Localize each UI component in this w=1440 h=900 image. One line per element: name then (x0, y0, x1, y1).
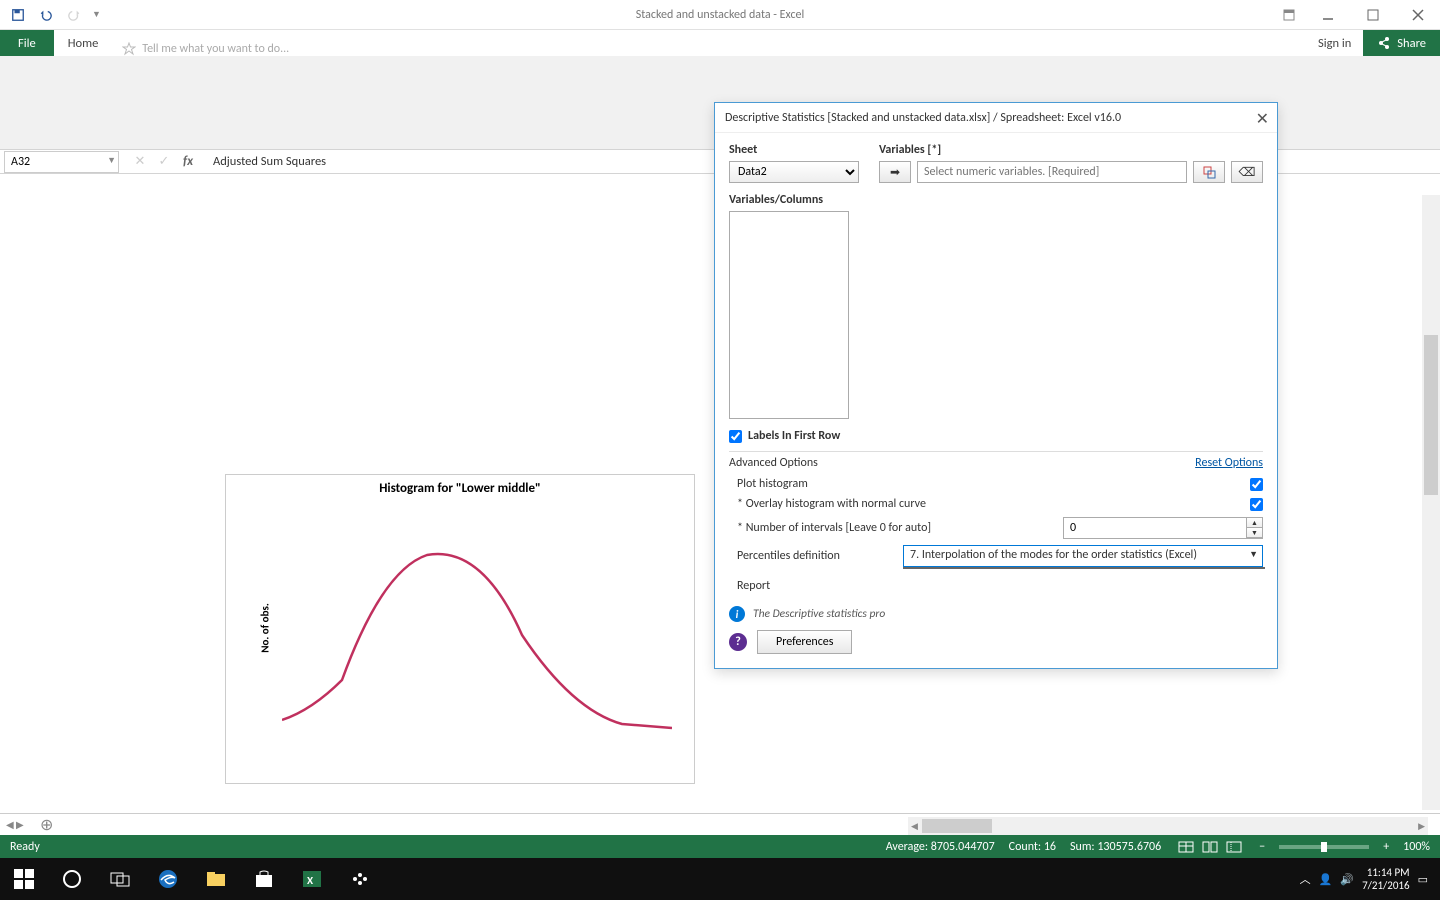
percentiles-label: Percentiles definition (737, 549, 840, 563)
sheet-tabs-bar: ◀ ▶ ⊕ ◀ ▶ (0, 813, 1440, 835)
histogram-chart[interactable]: Histogram for "Lower middle" No. of obs. (225, 474, 695, 784)
hscroll-thumb[interactable] (922, 819, 992, 833)
reset-options-link[interactable]: Reset Options (1195, 456, 1263, 470)
tell-me-search[interactable]: Tell me what you want to do... (122, 42, 289, 56)
info-text: The Descriptive statistics pro (753, 607, 885, 621)
variables-input[interactable] (917, 161, 1187, 183)
title-bar: ▼ Stacked and unstacked data - Excel (0, 0, 1440, 30)
file-tab[interactable]: File (0, 30, 54, 56)
move-right-button[interactable]: ➡ (879, 161, 911, 183)
info-icon: i (729, 606, 745, 622)
task-view-icon[interactable] (96, 858, 144, 900)
quick-access-toolbar: ▼ (0, 3, 107, 27)
percentiles-dropdown[interactable] (903, 567, 1265, 569)
sign-in-link[interactable]: Sign in (1306, 36, 1363, 51)
page-layout-view-icon[interactable] (1199, 838, 1221, 856)
tray-chevron-up-icon[interactable]: ︿ (1300, 871, 1311, 887)
variables-columns-label: Variables/Columns (729, 193, 1263, 207)
variables-list[interactable] (729, 211, 849, 419)
advanced-options-header: Advanced Options (729, 456, 818, 470)
tray-volume-icon[interactable]: 🔊 (1340, 873, 1354, 886)
app-icon[interactable] (336, 858, 384, 900)
num-intervals-input[interactable]: ▲▼ (1063, 517, 1263, 539)
percentiles-combo[interactable]: 7. Interpolation of the modes for the or… (903, 545, 1263, 567)
redo-icon[interactable] (62, 3, 86, 27)
ribbon-tabs: File Home Tell me what you want to do...… (0, 30, 1440, 56)
notifications-icon[interactable]: ▭ (1418, 873, 1428, 886)
labels-first-row-label: Labels In First Row (748, 429, 840, 443)
ribbon-options-icon[interactable] (1273, 0, 1305, 30)
share-button[interactable]: Share (1363, 30, 1440, 56)
save-icon[interactable] (6, 3, 30, 27)
spinner-down-icon[interactable]: ▼ (1247, 528, 1262, 538)
fx-icon[interactable]: fx (179, 154, 197, 169)
enter-formula-icon[interactable]: ✓ (155, 154, 173, 169)
horizontal-scrollbar[interactable]: ◀ ▶ (908, 817, 1428, 835)
dialog-title: Descriptive Statistics [Stacked and unst… (725, 111, 1121, 125)
file-explorer-icon[interactable] (192, 858, 240, 900)
spinner-up-icon[interactable]: ▲ (1247, 518, 1262, 528)
tab-home[interactable]: Home (54, 30, 113, 56)
status-bar: Ready Average: 8705.044707 Count: 16 Sum… (0, 835, 1440, 858)
num-intervals-label: * Number of intervals [Leave 0 for auto] (737, 521, 931, 535)
minimize-icon[interactable] (1305, 0, 1350, 30)
undo-icon[interactable] (34, 3, 58, 27)
zoom-slider[interactable] (1279, 845, 1369, 849)
report-label: Report (737, 579, 770, 593)
status-sum: Sum: 130575.6706 (1070, 840, 1161, 854)
normal-view-icon[interactable] (1175, 838, 1197, 856)
overlay-normal-checkbox[interactable] (1250, 498, 1263, 511)
tray-date: 7/21/2016 (1362, 879, 1410, 892)
zoom-out-icon[interactable]: − (1259, 840, 1265, 854)
tell-me-label: Tell me what you want to do... (142, 42, 289, 56)
sheet-nav[interactable]: ◀ ▶ (6, 818, 24, 831)
sheet-select[interactable]: Data2 (729, 161, 859, 183)
window-controls (1273, 0, 1440, 30)
start-button[interactable] (0, 858, 48, 900)
svg-text:X: X (307, 874, 314, 887)
descriptive-statistics-dialog: Descriptive Statistics [Stacked and unst… (714, 102, 1278, 669)
store-icon[interactable] (240, 858, 288, 900)
plot-histogram-label: Plot histogram (737, 477, 808, 491)
labels-first-row-checkbox[interactable] (729, 430, 742, 443)
dialog-close-icon[interactable]: ✕ (1256, 109, 1269, 129)
sheet-label: Sheet (729, 143, 859, 157)
variables-label: Variables [*] (879, 143, 1263, 157)
add-sheet-button[interactable]: ⊕ (30, 813, 63, 837)
plot-histogram-checkbox[interactable] (1250, 478, 1263, 491)
vertical-scrollbar[interactable] (1422, 195, 1440, 810)
formula-text[interactable]: Adjusted Sum Squares (205, 154, 326, 169)
zoom-level[interactable]: 100% (1403, 840, 1430, 854)
name-box[interactable]: A32▼ (4, 151, 119, 173)
overlay-normal-label: * Overlay histogram with normal curve (737, 497, 926, 511)
cancel-formula-icon[interactable]: ✕ (131, 154, 149, 169)
cortana-icon[interactable] (48, 858, 96, 900)
chart-title: Histogram for "Lower middle" (226, 475, 694, 498)
edge-icon[interactable] (144, 858, 192, 900)
share-label: Share (1397, 36, 1426, 51)
status-average: Average: 8705.044707 (886, 840, 995, 854)
tray-people-icon[interactable]: 👤 (1319, 873, 1333, 886)
range-picker-icon[interactable] (1193, 161, 1225, 183)
close-icon[interactable] (1395, 0, 1440, 30)
chart-ylabel: No. of obs. (258, 603, 271, 653)
clear-button[interactable]: ⌫ (1231, 161, 1263, 183)
tray-time: 11:14 PM (1362, 866, 1410, 879)
status-ready: Ready (10, 840, 886, 854)
dialog-title-bar[interactable]: Descriptive Statistics [Stacked and unst… (715, 103, 1277, 133)
status-count: Count: 16 (1009, 840, 1056, 854)
window-title: Stacked and unstacked data - Excel (636, 8, 805, 22)
zoom-in-icon[interactable]: + (1383, 840, 1389, 854)
system-tray[interactable]: ︿ 👤 🔊 11:14 PM 7/21/2016 ▭ (1300, 866, 1440, 892)
help-icon[interactable]: ? (729, 633, 747, 651)
excel-taskbar-icon[interactable]: X (288, 858, 336, 900)
maximize-icon[interactable] (1350, 0, 1395, 30)
scrollbar-thumb[interactable] (1424, 335, 1438, 495)
taskbar: X ︿ 👤 🔊 11:14 PM 7/21/2016 ▭ (0, 858, 1440, 900)
page-break-view-icon[interactable] (1223, 838, 1245, 856)
preferences-button[interactable]: Preferences (757, 630, 852, 654)
